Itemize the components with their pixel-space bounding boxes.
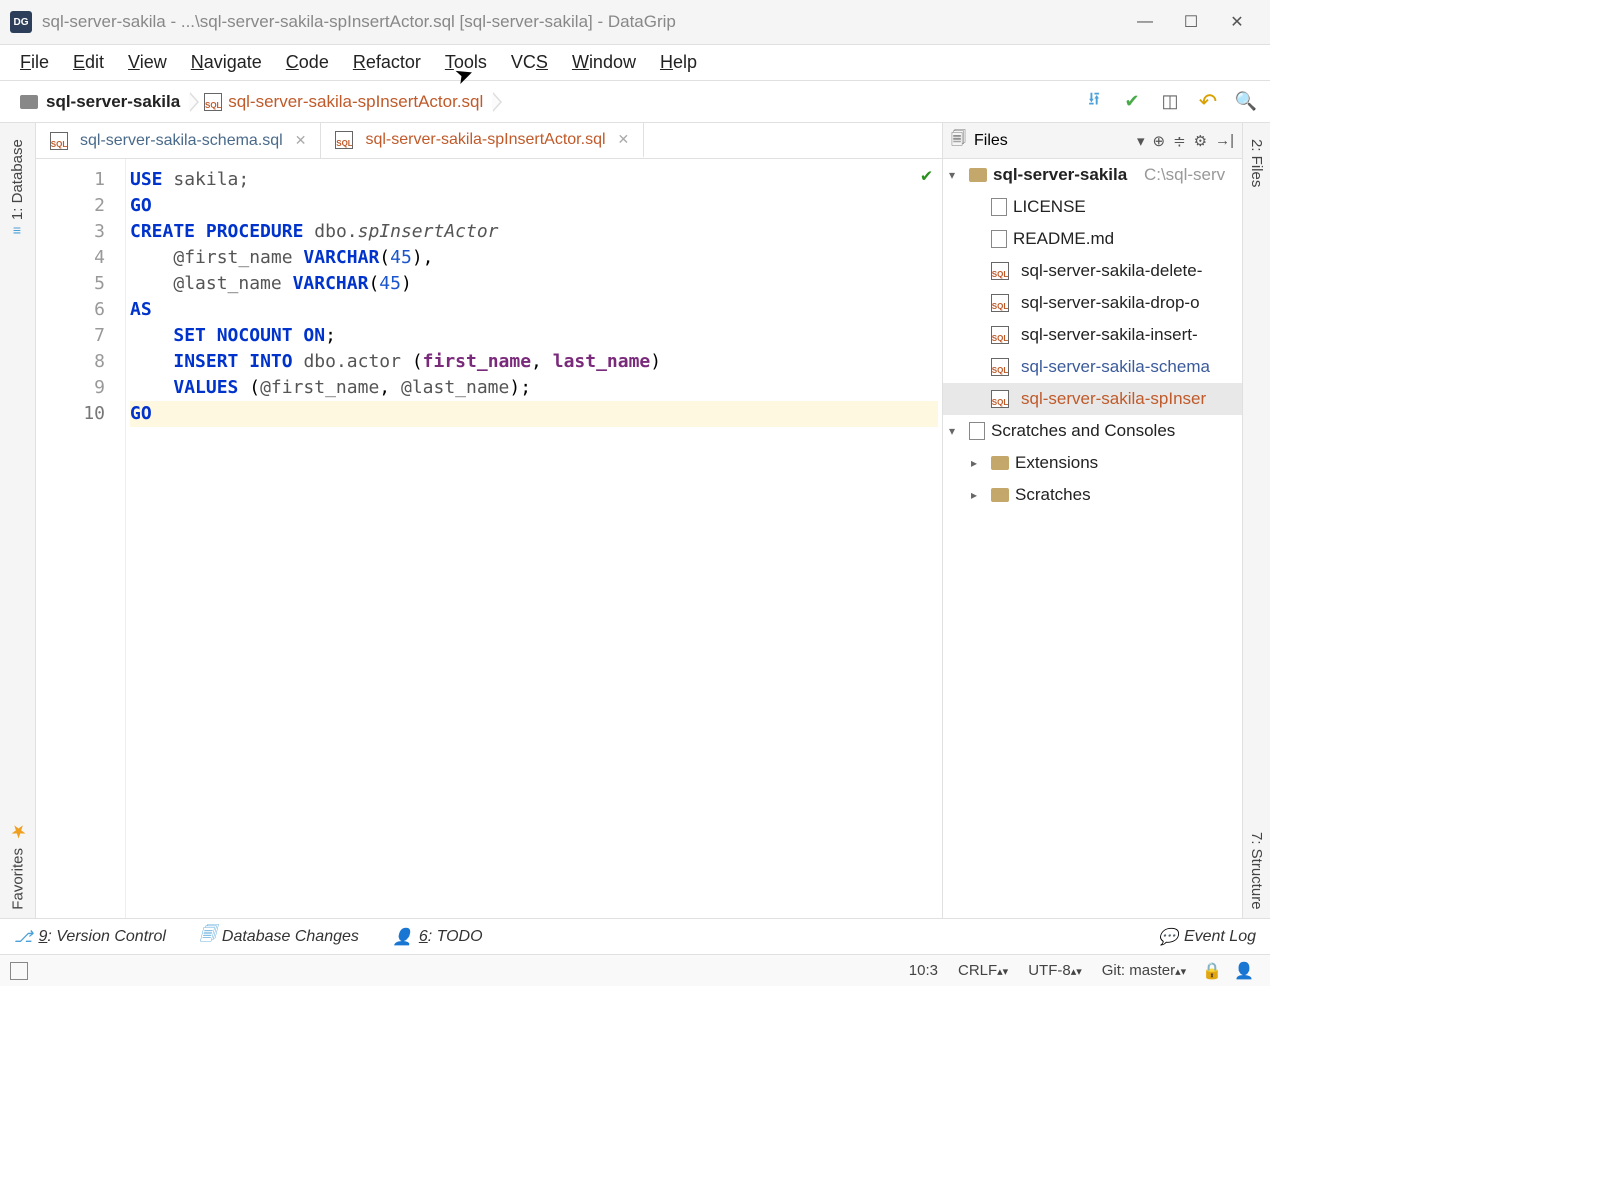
tree-file[interactable]: SQLsql-server-sakila-spInser [943, 383, 1242, 415]
gear-icon[interactable]: ⚙ [1194, 132, 1207, 150]
tree-file[interactable]: SQLsql-server-sakila-drop-o [943, 287, 1242, 319]
undo-icon[interactable]: ↶ [1196, 90, 1220, 114]
editor-area: SQL sql-server-sakila-schema.sql ✕ SQL s… [36, 123, 942, 918]
folder-icon [991, 456, 1009, 470]
file-icon [991, 230, 1007, 248]
folder-icon [991, 488, 1009, 502]
status-caret-pos[interactable]: 10:3 [899, 962, 948, 979]
files-header: 🗐 Files ▾ ⊕ ≑ ⚙ →| [943, 123, 1242, 159]
app-icon: DG [10, 11, 32, 33]
folder-icon [969, 168, 987, 182]
inspection-ok-icon: ✔ [921, 163, 932, 189]
menu-vcs[interactable]: VCS [501, 48, 558, 77]
files-title: Files [974, 132, 1129, 150]
close-icon[interactable]: ✕ [295, 132, 307, 149]
menu-bar: File Edit View Navigate Code Refactor To… [0, 45, 1270, 81]
folder-icon [20, 95, 38, 109]
minimize-button[interactable]: — [1122, 0, 1168, 45]
tool-structure[interactable]: 7: Structure [1248, 824, 1265, 918]
status-git-branch[interactable]: Git: master▴▾ [1092, 962, 1196, 979]
gutter-line-numbers: 12345678910 [36, 159, 126, 918]
vcs-commit-icon[interactable]: ✔ [1120, 90, 1144, 114]
menu-edit[interactable]: Edit [63, 48, 114, 77]
editor-tabs: SQL sql-server-sakila-schema.sql ✕ SQL s… [36, 123, 942, 159]
tree-file[interactable]: SQLsql-server-sakila-insert- [943, 319, 1242, 351]
tree-file[interactable]: README.md [943, 223, 1242, 255]
left-tool-stripe: ≡1: Database Favorites★ [0, 123, 36, 918]
tool-database-changes[interactable]: 🗐Database Changes [200, 923, 359, 950]
tree-file[interactable]: LICENSE [943, 191, 1242, 223]
star-icon: ★ [7, 821, 29, 842]
right-tool-stripe: 2: Files 7: Structure [1242, 123, 1270, 918]
tree-file[interactable]: SQLsql-server-sakila-schema [943, 351, 1242, 383]
sql-file-icon: SQL [991, 294, 1009, 312]
sql-file-icon: SQL [991, 358, 1009, 376]
tool-version-control[interactable]: ⎇9: Version Control [14, 927, 166, 947]
sql-file-icon: SQL [335, 131, 353, 149]
breadcrumb-project[interactable]: sql-server-sakila [8, 81, 192, 122]
tree-file[interactable]: SQLsql-server-sakila-delete- [943, 255, 1242, 287]
tool-event-log[interactable]: 💬Event Log [1158, 927, 1256, 947]
hide-icon[interactable]: →| [1215, 132, 1234, 149]
status-bar: 10:3 CRLF▴▾ UTF-8▴▾ Git: master▴▾ 🔒 👤 [0, 954, 1270, 986]
tab-label: sql-server-sakila-spInsertActor.sql [365, 131, 605, 149]
breadcrumb-file[interactable]: SQL sql-server-sakila-spInsertActor.sql [192, 81, 495, 122]
hector-icon[interactable]: 👤 [1228, 961, 1260, 981]
maximize-button[interactable]: ☐ [1168, 0, 1214, 45]
status-line-sep[interactable]: CRLF▴▾ [948, 962, 1018, 979]
files-tree[interactable]: ▾sql-server-sakila C:\sql-serv LICENSE R… [943, 159, 1242, 918]
chevron-down-icon[interactable]: ▾ [1137, 132, 1145, 150]
menu-navigate[interactable]: Navigate [181, 48, 272, 77]
menu-help[interactable]: Help [650, 48, 707, 77]
status-encoding[interactable]: UTF-8▴▾ [1018, 962, 1092, 979]
close-button[interactable]: ✕ [1214, 0, 1260, 45]
target-icon[interactable]: ⊕ [1152, 132, 1165, 150]
tree-scratches-root[interactable]: ▾Scratches and Consoles [943, 415, 1242, 447]
breadcrumb-file-label: sql-server-sakila-spInsertActor.sql [228, 92, 483, 112]
files-icon: 🗐 [951, 128, 966, 153]
tab-label: sql-server-sakila-schema.sql [80, 132, 283, 150]
sql-file-icon: SQL [991, 390, 1009, 408]
menu-tools[interactable]: Tools [435, 48, 497, 77]
tree-root[interactable]: ▾sql-server-sakila C:\sql-serv [943, 159, 1242, 191]
file-icon [991, 198, 1007, 216]
close-icon[interactable]: ✕ [618, 131, 630, 148]
main-area: ≡1: Database Favorites★ SQL sql-server-s… [0, 123, 1270, 918]
collapse-icon[interactable]: ≑ [1173, 132, 1186, 150]
menu-view[interactable]: View [118, 48, 177, 77]
sql-file-icon: SQL [991, 326, 1009, 344]
breadcrumb-project-label: sql-server-sakila [46, 92, 180, 112]
tree-folder[interactable]: ▸Scratches [943, 479, 1242, 511]
tree-folder[interactable]: ▸Extensions [943, 447, 1242, 479]
scratches-icon [969, 422, 985, 440]
status-tool-windows-button[interactable] [10, 962, 28, 980]
title-bar: DG sql-server-sakila - ...\sql-server-sa… [0, 0, 1270, 45]
lock-icon[interactable]: 🔒 [1196, 961, 1228, 981]
tool-database[interactable]: ≡1: Database [9, 131, 26, 242]
bottom-tool-stripe: ⎇9: Version Control 🗐Database Changes 👤6… [0, 918, 1270, 954]
code-content[interactable]: ✔USE sakila; GO CREATE PROCEDURE dbo.spI… [126, 159, 942, 918]
menu-file[interactable]: File [10, 48, 59, 77]
window-title: sql-server-sakila - ...\sql-server-sakil… [42, 12, 1122, 32]
editor-tab[interactable]: SQL sql-server-sakila-schema.sql ✕ [36, 123, 321, 158]
tool-files[interactable]: 2: Files [1248, 131, 1265, 195]
files-tool-window: 🗐 Files ▾ ⊕ ≑ ⚙ →| ▾sql-server-sakila C:… [942, 123, 1242, 918]
sql-file-icon: SQL [991, 262, 1009, 280]
menu-code[interactable]: Code [276, 48, 339, 77]
menu-refactor[interactable]: Refactor [343, 48, 431, 77]
editor-tab[interactable]: SQL sql-server-sakila-spInsertActor.sql … [321, 123, 644, 158]
tool-favorites[interactable]: Favorites★ [7, 813, 29, 918]
vcs-update-icon[interactable]: ⭿ [1082, 90, 1106, 114]
navigation-bar: sql-server-sakila SQL sql-server-sakila-… [0, 81, 1270, 123]
tool-todo[interactable]: 👤6: TODO [393, 927, 483, 947]
menu-window[interactable]: Window [562, 48, 646, 77]
search-icon[interactable]: 🔍 [1234, 90, 1258, 114]
sql-file-icon: SQL [50, 132, 68, 150]
editor-body[interactable]: 12345678910 ✔USE sakila; GO CREATE PROCE… [36, 159, 942, 918]
vcs-history-icon[interactable]: ◫ [1158, 90, 1182, 114]
sql-file-icon: SQL [204, 93, 222, 111]
